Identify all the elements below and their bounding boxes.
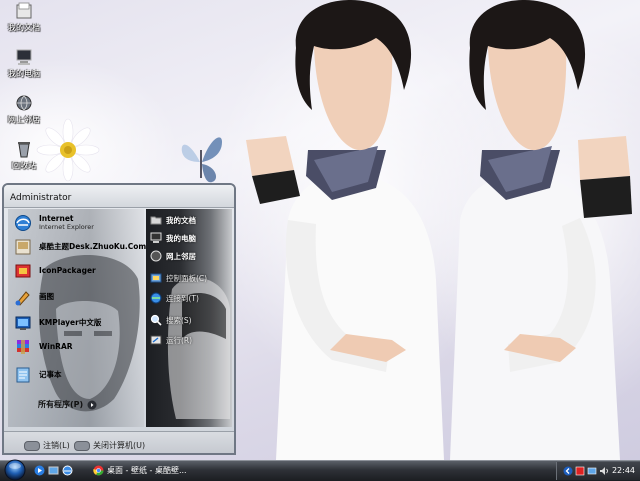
- daisy-flower-decoration: [36, 118, 100, 182]
- taskbar: 桌面 - 壁纸 - 桌酷壁... 22:44: [0, 459, 640, 481]
- computer-icon: [150, 232, 162, 243]
- clock: 22:44: [611, 466, 635, 475]
- places-item-control-panel[interactable]: 控制面板(C): [150, 271, 207, 285]
- places-item-label: 网上邻居: [166, 251, 196, 261]
- tray-volume-icon[interactable]: [599, 466, 609, 476]
- places-item-label: 运行(R): [166, 335, 193, 345]
- places-item-network[interactable]: 网上邻居: [150, 249, 196, 263]
- program-subtitle: Internet Explorer: [39, 223, 94, 231]
- logoff-button[interactable]: 注销(L): [24, 440, 70, 451]
- search-icon: [150, 314, 162, 326]
- start-menu: Administrator Internet Internet Explorer: [2, 183, 236, 455]
- places-item-label: 搜索(S): [166, 315, 192, 325]
- desktop-icon-label: 我的文档: [8, 23, 40, 32]
- recycle-bin-icon: [18, 142, 30, 158]
- run-icon: [150, 335, 162, 345]
- program-title: KMPlayer中文版: [39, 318, 102, 327]
- program-title: Internet: [39, 214, 74, 223]
- notepad-icon: [16, 367, 30, 383]
- tray-network-icon[interactable]: [587, 466, 597, 476]
- places-item-my-computer[interactable]: 我的电脑: [150, 231, 196, 245]
- desktop-icon-my-documents[interactable]: 我的文档: [4, 2, 44, 32]
- start-button[interactable]: [4, 459, 26, 481]
- network-places-icon: [16, 95, 32, 111]
- program-notepad[interactable]: 记事本: [14, 365, 62, 385]
- user-name: Administrator: [10, 193, 72, 203]
- desktop-icon-my-computer[interactable]: 我的电脑: [4, 48, 44, 78]
- logoff-icon: [24, 440, 40, 451]
- desktop-icon-label: 回收站: [12, 161, 36, 170]
- program-internet-explorer[interactable]: Internet Internet Explorer: [14, 213, 94, 233]
- desktop-icon-label: 网上邻居: [8, 115, 40, 124]
- places-panel: 我的文档 我的电脑 网上邻居 控制面板(C) 连接到(T) 搜索(S) 运行(R…: [146, 209, 232, 427]
- logoff-label: 注销(L): [43, 441, 70, 450]
- places-item-my-documents[interactable]: 我的文档: [150, 213, 196, 227]
- all-programs-button[interactable]: 所有程序(P): [38, 399, 97, 410]
- all-programs-label: 所有程序(P): [38, 400, 84, 409]
- program-paint[interactable]: 画图: [14, 287, 54, 307]
- shutdown-button[interactable]: 关闭计算机(U): [74, 440, 145, 451]
- folder-icon: [150, 216, 162, 225]
- quick-launch-desktop-icon[interactable]: [48, 465, 59, 476]
- quick-launch-media-icon[interactable]: [34, 465, 45, 476]
- program-zhuoku-theme[interactable]: 桌酷主题Desk.ZhuoKu.Com: [14, 237, 146, 257]
- program-title: WinRAR: [39, 342, 73, 351]
- places-item-label: 连接到(T): [166, 293, 199, 303]
- control-panel-icon: [150, 273, 162, 283]
- zhuoku-theme-icon: [15, 239, 31, 255]
- program-winrar[interactable]: WinRAR: [14, 337, 73, 357]
- arrow-right-icon: [87, 400, 97, 409]
- program-kmplayer[interactable]: KMPlayer中文版: [14, 313, 101, 333]
- my-computer-icon: [16, 49, 32, 65]
- taskbar-window-button[interactable]: 桌面 - 壁纸 - 桌酷壁...: [90, 463, 194, 478]
- butterfly-decoration: [181, 137, 222, 183]
- start-menu-header: Administrator: [4, 185, 234, 208]
- places-item-label: 我的电脑: [166, 233, 196, 243]
- system-tray: 22:44: [556, 462, 640, 480]
- network-icon: [150, 250, 162, 262]
- power-icon: [74, 440, 90, 451]
- program-iconpackager[interactable]: IconPackager: [14, 261, 96, 281]
- places-item-label: 控制面板(C): [166, 273, 208, 283]
- taskbar-window-title: 桌面 - 壁纸 - 桌酷壁...: [107, 466, 187, 475]
- internet-explorer-icon: [15, 215, 31, 231]
- program-title: 桌酷主题Desk.ZhuoKu.Com: [39, 242, 147, 251]
- start-menu-footer: 注销(L) 关闭计算机(U): [4, 431, 234, 453]
- iconpackager-icon: [15, 264, 31, 278]
- desktop-icon-network-places[interactable]: 网上邻居: [4, 94, 44, 124]
- desktop-icon-label: 我的电脑: [8, 69, 40, 78]
- places-item-search[interactable]: 搜索(S): [150, 313, 192, 327]
- desktop-icon-recycle-bin[interactable]: 回收站: [4, 140, 44, 170]
- tray-app-icon[interactable]: [575, 466, 585, 476]
- person-photo-left: [246, 0, 444, 460]
- places-item-label: 我的文档: [166, 215, 196, 225]
- shutdown-label: 关闭计算机(U): [93, 441, 146, 450]
- quick-launch-ie-icon[interactable]: [62, 465, 73, 476]
- browser-icon: [93, 465, 104, 476]
- program-title: 记事本: [39, 370, 62, 379]
- pinned-programs-panel: Internet Internet Explorer 桌酷主题Desk.Zhuo…: [8, 209, 146, 427]
- tray-back-arrow-icon[interactable]: [563, 466, 573, 476]
- places-item-connect-to[interactable]: 连接到(T): [150, 291, 199, 305]
- my-documents-icon: [16, 2, 32, 19]
- connect-icon: [150, 292, 162, 304]
- program-title: IconPackager: [39, 266, 96, 275]
- places-item-run[interactable]: 运行(R): [150, 333, 192, 347]
- person-photo-right: [450, 0, 632, 460]
- winrar-icon: [17, 340, 29, 354]
- program-title: 画图: [39, 292, 54, 301]
- kmplayer-icon: [15, 316, 31, 330]
- paint-icon: [15, 291, 30, 306]
